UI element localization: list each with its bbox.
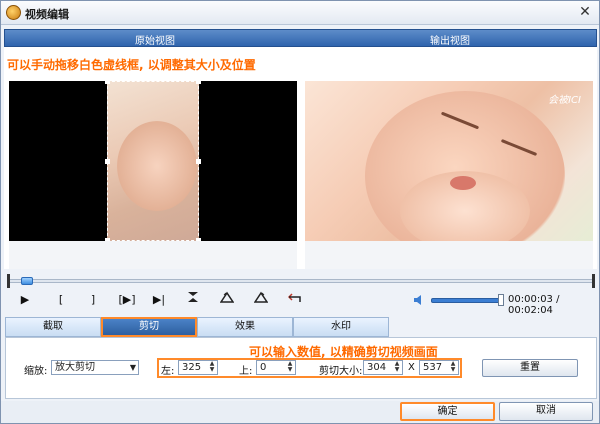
tab-trim[interactable]: 截取 <box>5 317 101 337</box>
timeline-end-marker[interactable] <box>592 274 595 288</box>
left-input[interactable]: 325 ▲ ▼ <box>178 360 218 375</box>
app-icon <box>6 5 21 20</box>
volume-thumb[interactable] <box>498 294 504 306</box>
top-input[interactable]: 0 ▲ ▼ <box>256 360 296 375</box>
top-label: 上: <box>239 366 253 377</box>
original-view-panel <box>9 81 297 241</box>
view-header: 原始视图 输出视图 <box>4 29 597 47</box>
size-separator: X <box>408 362 415 373</box>
edit-tabs: 截取 剪切 效果 水印 <box>5 317 597 337</box>
zoom-label: 缩放: <box>24 366 48 377</box>
output-view-label: 输出视图 <box>430 36 470 47</box>
left-label: 左: <box>161 366 175 377</box>
video-edit-window: 视频编辑 ✕ 原始视图 输出视图 会被ICI 可以手动拖移白色虚线框, 以调整其… <box>0 0 600 424</box>
zoom-select[interactable]: 放大剪切 ▼ <box>51 360 139 375</box>
rotate-right-icon[interactable] <box>251 291 271 309</box>
volume-icon[interactable] <box>413 294 425 306</box>
spinner-arrows-icon[interactable]: ▲ ▼ <box>449 361 457 374</box>
crop-height-input[interactable]: 537 ▲ ▼ <box>419 360 459 375</box>
original-view-label: 原始视图 <box>135 36 175 47</box>
video-watermark: 会被ICI <box>548 95 581 106</box>
play-button[interactable]: ▶ <box>15 291 35 309</box>
crop-handle-ml[interactable] <box>105 159 110 164</box>
crop-height-value: 537 <box>423 362 443 373</box>
title-bar: 视频编辑 ✕ <box>1 1 599 25</box>
original-view-strip <box>9 241 297 269</box>
cancel-button[interactable]: 取消 <box>499 402 593 421</box>
play-clip-button[interactable]: [▶] <box>117 291 137 309</box>
timeline-start-marker[interactable] <box>7 274 10 288</box>
spinner-arrows-icon[interactable]: ▲ ▼ <box>286 361 294 374</box>
left-value: 325 <box>182 362 202 373</box>
baby-mouth <box>450 176 476 190</box>
crop-handle-tl[interactable] <box>105 81 110 84</box>
close-icon[interactable]: ✕ <box>577 4 593 20</box>
timeline-thumb[interactable] <box>21 277 33 285</box>
tab-crop[interactable]: 剪切 <box>101 317 197 337</box>
spinner-arrows-icon[interactable]: ▲ ▼ <box>393 361 401 374</box>
crop-frame[interactable] <box>105 81 201 241</box>
output-view-strip <box>305 241 593 269</box>
timeline-track[interactable] <box>9 279 593 283</box>
tab-watermark[interactable]: 水印 <box>293 317 389 337</box>
mark-out-button[interactable]: ] <box>83 291 103 309</box>
next-frame-button[interactable]: ▶| <box>149 291 169 309</box>
zoom-select-value: 放大剪切 <box>55 362 95 373</box>
reset-button[interactable]: 重置 <box>482 359 578 377</box>
output-view-panel: 会被ICI <box>305 81 593 241</box>
crop-size-label: 剪切大小: <box>319 366 363 377</box>
ok-button[interactable]: 确定 <box>400 402 495 421</box>
chevron-down-icon[interactable]: ▼ <box>130 361 136 374</box>
volume-slider[interactable] <box>431 298 501 303</box>
spinner-arrows-icon[interactable]: ▲ ▼ <box>208 361 216 374</box>
top-value: 0 <box>260 362 267 373</box>
flip-vertical-icon[interactable] <box>183 291 203 309</box>
window-title: 视频编辑 <box>25 8 69 21</box>
crop-handle-tr[interactable] <box>196 81 201 84</box>
crop-width-input[interactable]: 304 ▲ ▼ <box>363 360 403 375</box>
playback-controls: ▶ [ ] [▶] ▶| 00:00:03 / 00:02:04 <box>13 291 593 316</box>
time-display: 00:00:03 / 00:02:04 <box>508 294 560 316</box>
timeline-slider[interactable] <box>7 274 595 288</box>
crop-handle-mr[interactable] <box>196 159 201 164</box>
mark-in-button[interactable]: [ <box>51 291 71 309</box>
undo-icon[interactable] <box>285 291 305 309</box>
rotate-left-icon[interactable] <box>217 291 237 309</box>
drag-instruction: 可以手动拖移白色虚线框, 以调整其大小及位置 <box>5 56 258 73</box>
crop-width-value: 304 <box>367 362 387 373</box>
tab-effect[interactable]: 效果 <box>197 317 293 337</box>
